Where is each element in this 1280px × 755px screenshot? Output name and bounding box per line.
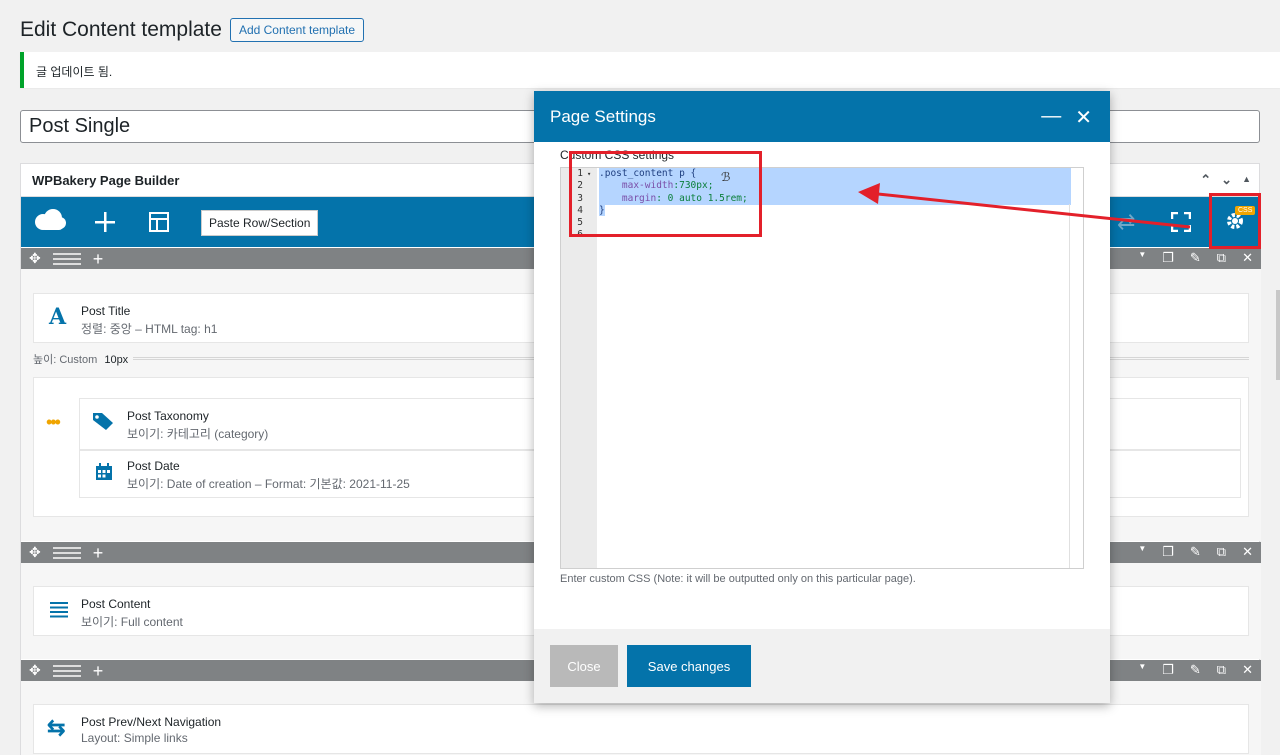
arrows-swap-icon: ⇆ [47,715,66,740]
dropdown-icon[interactable]: ▼ [1138,662,1146,678]
element-subtitle: 보이기: Full content [81,615,183,629]
chevron-up-icon[interactable]: ⌃ [1200,172,1211,188]
chevron-down-icon[interactable]: ⌄ [1221,172,1232,188]
modal-footer: Close Save changes [534,629,1110,703]
align-justify-icon [50,602,68,618]
element-title: Post Date [127,459,180,473]
fullscreen-icon[interactable] [1171,212,1191,232]
add-content-template-button[interactable]: Add Content template [229,18,365,42]
element-title: Post Taxonomy [127,409,209,423]
modal-title: Page Settings [550,107,656,126]
add-element-icon[interactable] [95,212,115,232]
copy-icon[interactable]: ❐ [1162,662,1174,678]
drag-handle-icon[interactable] [52,664,81,677]
dropdown-icon[interactable]: ▼ [1138,544,1146,560]
page-title: Edit Content template [20,18,222,41]
page-header: Edit Content template Add Content templa… [20,18,365,42]
spacer-value: 10px [104,354,129,366]
element-subtitle: Layout: Simple links [81,731,188,745]
drag-handle-icon[interactable] [52,252,81,265]
move-icon[interactable]: ✥ [29,662,41,679]
cloud-logo-icon[interactable] [33,208,67,234]
tags-icon [93,413,113,430]
clone-icon[interactable]: ⧉ [1217,544,1226,560]
copy-icon[interactable]: ❐ [1162,250,1174,266]
builder-header-controls: ⌃ ⌄ ▲ [1200,172,1251,188]
close-icon[interactable]: ✕ [1075,105,1092,130]
delete-icon[interactable]: ✕ [1242,250,1253,266]
paste-row-button[interactable]: Paste Row/Section [201,210,319,236]
update-notice: 글 업데이트 됨. [20,52,1280,88]
delete-icon[interactable]: ✕ [1242,544,1253,560]
spacer-label: 높이: Custom [33,354,98,366]
font-a-icon: A [49,304,67,330]
move-icon[interactable]: ✥ [29,544,41,561]
close-button[interactable]: Close [550,645,618,687]
dropdown-icon[interactable]: ▼ [1138,250,1146,266]
triangle-up-icon[interactable]: ▲ [1242,174,1251,188]
templates-icon[interactable] [149,212,169,232]
drag-handle-icon[interactable] [52,546,81,559]
element-title: Post Content [81,597,151,611]
edit-icon[interactable]: ✎ [1190,250,1201,266]
annotation-box-settings [1209,193,1261,249]
edit-icon[interactable]: ✎ [1190,662,1201,678]
element-subtitle: 보이기: 카테고리 (category) [127,427,269,441]
clone-icon[interactable]: ⧉ [1217,250,1226,266]
editor-scrollbar[interactable] [1069,204,1083,568]
css-hint: Enter custom CSS (Note: it will be outpu… [560,573,916,585]
modal-header: Page Settings — ✕ [534,91,1110,142]
element-title: Post Title [81,304,131,318]
element-subtitle: 정렬: 중앙 – HTML tag: h1 [81,322,218,336]
calendar-icon [96,463,112,480]
builder-title: WPBakery Page Builder [32,172,180,188]
element-title: Post Prev/Next Navigation [81,715,222,729]
delete-icon[interactable]: ✕ [1242,662,1253,678]
page-scrollbar[interactable] [1276,290,1280,380]
post-navigation-element[interactable]: ⇆ Post Prev/Next Navigation Layout: Simp… [33,704,1249,754]
add-column-icon[interactable]: + [93,544,104,562]
save-changes-button[interactable]: Save changes [627,645,751,687]
more-options-icon[interactable]: ••• [46,412,61,433]
sync-icon[interactable]: ⇄ [1117,209,1135,235]
edit-icon[interactable]: ✎ [1190,544,1201,560]
element-subtitle: 보이기: Date of creation – Format: 기본값: 202… [127,477,410,491]
add-column-icon[interactable]: + [93,250,104,268]
clone-icon[interactable]: ⧉ [1217,662,1226,678]
move-icon[interactable]: ✥ [29,250,41,267]
annotation-box-css [569,151,762,237]
add-column-icon[interactable]: + [93,662,104,680]
copy-icon[interactable]: ❐ [1162,544,1174,560]
minimize-icon[interactable]: — [1041,105,1061,130]
